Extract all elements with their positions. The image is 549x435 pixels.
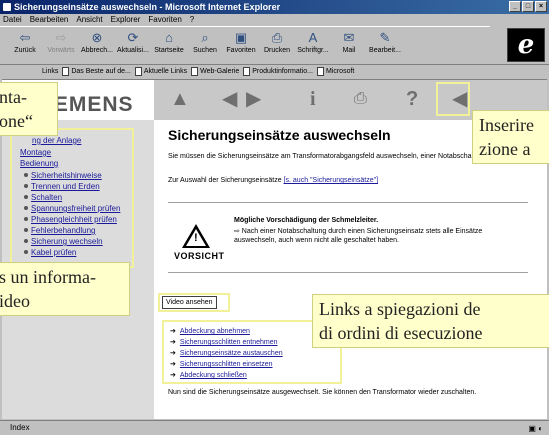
menu-datei[interactable]: Datei xyxy=(3,14,22,26)
help-question-icon[interactable]: ? xyxy=(406,88,418,110)
menu-favoriten[interactable]: Favoriten xyxy=(148,14,181,26)
window-title: Sicherungseinsätze auswechseln - Microso… xyxy=(14,2,281,12)
font-icon: A xyxy=(308,30,318,45)
favorites-button[interactable]: ▣ Favoriten xyxy=(224,27,258,64)
info-icon[interactable]: i xyxy=(310,88,316,110)
refresh-icon: ⟳ xyxy=(127,30,139,45)
close-button[interactable]: × xyxy=(535,1,547,12)
choose-text: Zur Auswahl der Sicherungseinsätze [s. a… xyxy=(168,177,379,184)
menu-ansicht[interactable]: Ansicht xyxy=(76,14,102,26)
divider xyxy=(168,202,528,203)
maximize-button[interactable]: □ xyxy=(522,1,534,12)
minimize-button[interactable]: _ xyxy=(509,1,521,12)
callout-left-top: nta- one“ xyxy=(0,82,58,136)
main-content: Sicherungseinsätze auswechseln Sie müsse… xyxy=(154,82,547,419)
page-icon xyxy=(316,67,324,76)
font-button[interactable]: A Schriftgr... xyxy=(296,27,330,64)
callout-right-top: Inserire zione a xyxy=(472,110,549,164)
exclamation-icon: ! xyxy=(194,232,198,244)
status-text: Index xyxy=(10,423,30,432)
link-produktinformation[interactable]: Produktinformatio... xyxy=(243,65,313,78)
home-icon: ⌂ xyxy=(165,30,173,45)
toolbar: ⇦ Zurück ⇨ Vorwärts ⊗ Abbrech... ⟳ Aktualisi… xyxy=(0,26,490,64)
edit-icon: ✎ xyxy=(379,30,391,45)
window-title-bar[interactable]: Sicherungseinsätze auswechseln - Microso… xyxy=(0,0,549,14)
edit-button[interactable]: ✎ Bearbeit... xyxy=(368,27,402,64)
print-button[interactable]: ⎙ Drucken xyxy=(260,27,294,64)
divider xyxy=(168,272,528,273)
link-aktuelle-links[interactable]: Aktuelle Links xyxy=(134,65,187,78)
status-bar: Index ▣ ◐ xyxy=(0,420,549,435)
mail-button[interactable]: ✉ Mail xyxy=(332,27,366,64)
highlight-sidebar xyxy=(10,128,134,268)
links-label: Links xyxy=(42,68,59,75)
warning-label: VORSICHT xyxy=(174,251,225,261)
stop-icon: ⊗ xyxy=(91,30,103,45)
menu-bearbeiten[interactable]: Bearbeiten xyxy=(30,14,69,26)
highlight-video xyxy=(158,293,230,312)
back-button[interactable]: ⇦ Zurück xyxy=(8,27,42,64)
zone-icon: ▣ ◐ xyxy=(528,424,543,433)
forward-button[interactable]: ⇨ Vorwärts xyxy=(44,27,78,64)
page-icon xyxy=(191,67,199,76)
ie-small-icon xyxy=(3,3,11,11)
outro-text: Nun sind die Sicherungseinsätze ausgewec… xyxy=(168,389,477,396)
menu-explorer[interactable]: Explorer xyxy=(111,14,141,26)
link-microsoft[interactable]: Microsoft xyxy=(316,65,354,78)
ie-logo: e xyxy=(507,28,545,62)
refresh-button[interactable]: ⟳ Aktualisi... xyxy=(116,27,150,64)
forward-arrow-icon: ⇨ xyxy=(55,30,67,45)
page-icon xyxy=(62,67,70,76)
previous-triangle-icon[interactable]: ◀ xyxy=(222,88,237,110)
search-button[interactable]: ⌕ Suchen xyxy=(188,27,222,64)
home-button[interactable]: ⌂ Startseite xyxy=(152,27,186,64)
callout-left-mid: s un informa- ideo xyxy=(0,262,130,316)
page-icon xyxy=(134,67,142,76)
favorites-icon: ▣ xyxy=(234,30,248,45)
callout-right-mid: Links a spiegazioni de di ordini di esec… xyxy=(312,294,549,348)
stop-button[interactable]: ⊗ Abbrech... xyxy=(80,27,114,64)
warning-title: Mögliche Vorschädigung der Schmelzleiter… xyxy=(234,217,379,224)
print-icon[interactable]: ⎙ xyxy=(354,88,367,110)
menu-bar: Datei Bearbeiten Ansicht Explorer Favori… xyxy=(0,14,549,26)
back-arrow-icon: ⇦ xyxy=(19,30,31,45)
search-icon: ⌕ xyxy=(201,30,209,45)
page-title: Sicherungseinsätze auswechseln xyxy=(168,127,391,143)
page-icon xyxy=(243,67,251,76)
warning-body: ⇨ Nach einer Notabschaltung durch einen … xyxy=(234,228,483,244)
print-icon: ⎙ xyxy=(271,30,283,45)
browser-page[interactable]: SIEMENS ▲ ◀ ▶ i ⎙ ? ◀ ng der Anlage Mont… xyxy=(2,79,547,419)
link-das-beste[interactable]: Das Beste auf de... xyxy=(62,65,131,78)
up-triangle-icon[interactable]: ▲ xyxy=(170,88,190,110)
highlight-speaker xyxy=(436,82,470,116)
ie-logo-icon: e xyxy=(517,30,535,60)
link-web-galerie[interactable]: Web-Galerie xyxy=(191,65,239,78)
next-triangle-icon[interactable]: ▶ xyxy=(246,88,261,110)
mail-icon: ✉ xyxy=(343,30,355,45)
sicherungseinsaetze-link[interactable]: [s. auch "Sicherungseinsätze"] xyxy=(284,177,378,184)
menu-help[interactable]: ? xyxy=(190,14,194,26)
links-bar: Links Das Beste auf de... Aktuelle Links… xyxy=(0,64,549,78)
